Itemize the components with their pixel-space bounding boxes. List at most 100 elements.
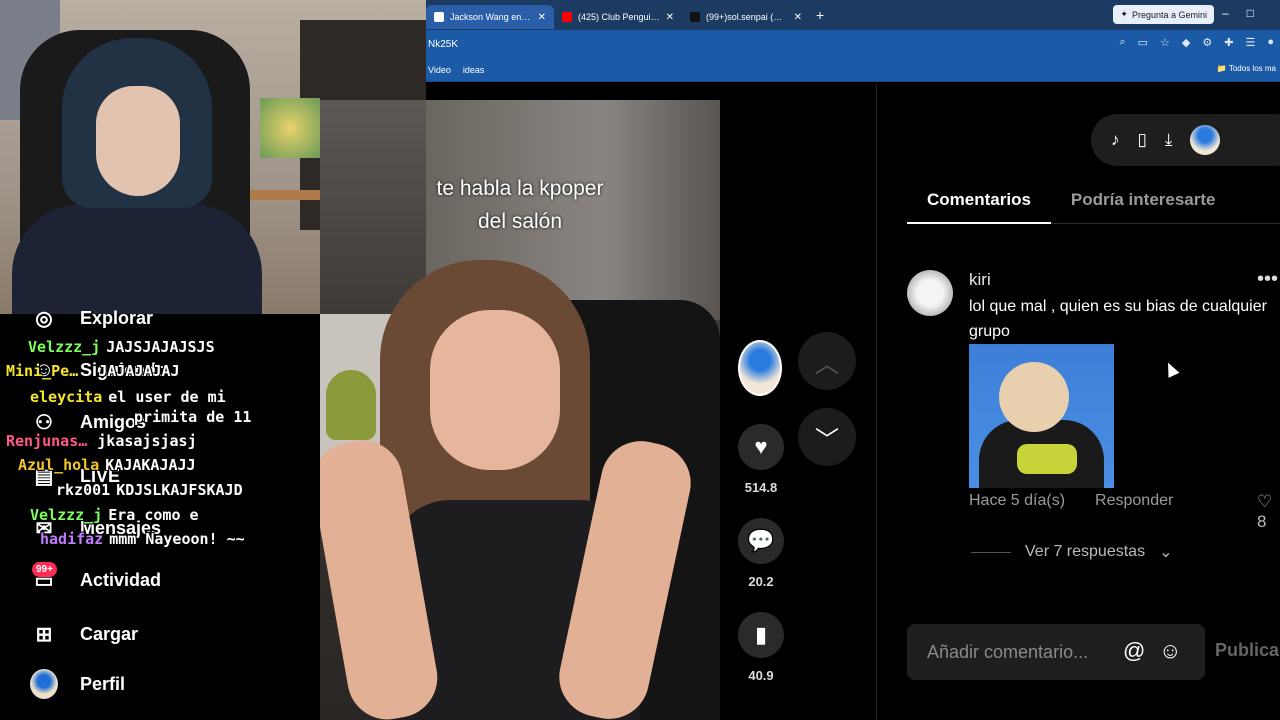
- all-bookmarks[interactable]: 📁 Todos los ma: [1217, 64, 1276, 73]
- avatar[interactable]: [1190, 125, 1221, 155]
- view-replies[interactable]: Ver 7 respuestas ⌄: [971, 542, 1172, 562]
- next-video-button[interactable]: ﹀: [798, 408, 856, 466]
- puzzle-icon[interactable]: ✚: [1224, 36, 1233, 49]
- cast-icon[interactable]: ▭: [1138, 36, 1148, 49]
- gemini-button[interactable]: ✦ Pregunta a Gemini: [1113, 5, 1214, 24]
- image-print: [1017, 444, 1077, 474]
- publish-button[interactable]: Publica: [1215, 640, 1279, 661]
- stream-chat: Velzzz_j JAJSJAJAJSJS Mini_Pe… JAJAJAJAJ e…: [0, 336, 320, 566]
- profile-icon[interactable]: ●: [1267, 36, 1274, 49]
- comment-placeholder: Añadir comentario...: [927, 641, 1089, 662]
- view-replies-label: Ver 7 respuestas: [1025, 543, 1146, 560]
- chat-message: eleycita el user de mi: [30, 388, 226, 406]
- divider: [971, 551, 1011, 553]
- streamer-body: [12, 204, 262, 314]
- window-controls[interactable]: –□: [1222, 6, 1272, 20]
- reply-button[interactable]: Responder: [1095, 492, 1173, 510]
- chat-message: primita de 11: [134, 408, 251, 426]
- sidebar-item-label: Actividad: [80, 569, 162, 590]
- zoom-icon[interactable]: ⌕: [1119, 36, 1125, 49]
- chat-message: Velzzz_j Era como e: [30, 506, 199, 524]
- image-face: [999, 362, 1069, 432]
- toolbar-icons: ⌕ ▭ ☆ ◆ ⚙ ✚ ☰ ●: [1119, 36, 1274, 49]
- panel-tabs: Comentarios Podría interesarte: [907, 184, 1280, 224]
- bookmark-ideas[interactable]: ideas: [463, 65, 485, 75]
- avatar: [30, 669, 58, 699]
- close-icon[interactable]: ✕: [794, 12, 802, 23]
- new-tab-button[interactable]: +: [816, 7, 824, 23]
- heart-outline-icon[interactable]: ♡: [1257, 492, 1272, 511]
- chat-text: mmm Nayeoon! ~~: [109, 530, 245, 548]
- creator-avatar[interactable]: [738, 340, 782, 396]
- comment-text: lol que mal , quien es su bias de cualqu…: [969, 298, 1267, 340]
- comment-like[interactable]: ♡ 8: [1257, 492, 1280, 532]
- comment-image[interactable]: [969, 344, 1114, 488]
- star-icon[interactable]: ☆: [1160, 36, 1170, 49]
- close-icon[interactable]: ✕: [666, 12, 674, 23]
- tab-interest[interactable]: Podría interesarte: [1071, 184, 1216, 223]
- bookmark-icon[interactable]: ▮: [738, 612, 784, 658]
- chat-text: Era como e: [108, 506, 199, 524]
- tiktok-icon[interactable]: ♪: [1111, 130, 1120, 150]
- like-action[interactable]: ♥ 514.8: [738, 424, 784, 495]
- chat-message: Azul_hola KAJAKAJAJJ: [18, 456, 196, 474]
- video-poster: [326, 370, 376, 440]
- comment-username[interactable]: kiri: [969, 270, 991, 290]
- chat-user: rkz001: [56, 481, 111, 499]
- tiktok-icon: [690, 12, 700, 22]
- comment-count: 20.2: [748, 574, 774, 589]
- compass-icon: ◎: [35, 307, 53, 330]
- tab-favicon: [434, 12, 444, 22]
- chat-message: Renjunas… jkasajsjasj: [6, 432, 197, 450]
- video-player[interactable]: te habla la kpoper del salón: [320, 100, 720, 720]
- screen: Jackson Wang en Argentin ✕ (425) Club Pe…: [0, 0, 1280, 720]
- save-action[interactable]: ▮ 40.9: [738, 612, 784, 683]
- previous-video-button[interactable]: ︿: [798, 332, 856, 390]
- menu-icon[interactable]: ☰: [1245, 36, 1255, 49]
- tab-comments[interactable]: Comentarios: [907, 184, 1051, 224]
- download-icon[interactable]: ⤓: [1165, 130, 1173, 150]
- video-person-face: [430, 310, 560, 470]
- streamer: [12, 38, 262, 314]
- chat-user: eleycita: [30, 388, 103, 406]
- browser-tab[interactable]: (99+)sol.senpai (@solsenpai) | ✕: [682, 5, 810, 29]
- bookmark-video[interactable]: Video: [428, 65, 451, 75]
- comment-action[interactable]: 💬 20.2: [738, 518, 784, 589]
- shield-icon[interactable]: ◆: [1182, 36, 1190, 49]
- comment-icon[interactable]: 💬: [738, 518, 784, 564]
- chat-text: el user de mi: [108, 388, 226, 406]
- heart-icon[interactable]: ♥: [738, 424, 784, 470]
- browser-tab[interactable]: (425) Club Penguin - Pizza ✕: [554, 5, 682, 29]
- chevron-up-icon: ︿: [815, 350, 839, 378]
- close-icon[interactable]: ✕: [538, 12, 546, 23]
- chevron-down-icon: ﹀: [815, 426, 839, 454]
- url-text[interactable]: Nk25K: [428, 39, 458, 50]
- sidebar-item-explore[interactable]: ◎ Explorar: [30, 304, 153, 332]
- sidebar-item-label: Explorar: [80, 307, 154, 328]
- chat-text: JAJAJAJAJ: [98, 362, 180, 380]
- streamer-face: [96, 86, 180, 196]
- sidebar-item-upload[interactable]: ⊞ Cargar: [30, 620, 138, 648]
- sparkle-icon: ✦: [1120, 9, 1128, 19]
- all-bookmarks-label: Todos los ma: [1228, 64, 1276, 73]
- address-bar[interactable]: Nk25K ⌕ ▭ ☆ ◆ ⚙ ✚ ☰ ●: [426, 30, 1280, 58]
- more-icon[interactable]: •••: [1257, 268, 1278, 291]
- emoji-icon[interactable]: ☺: [1159, 638, 1181, 664]
- sidebar-item-profile[interactable]: Perfil: [30, 669, 125, 699]
- phone-icon[interactable]: ▯: [1138, 130, 1147, 150]
- sidebar-item-label: Cargar: [80, 623, 139, 644]
- comment-meta: Hace 5 día(s) Responder: [969, 492, 1173, 510]
- mention-icon[interactable]: @: [1123, 638, 1145, 664]
- comments-panel: ♪ ▯ ⤓ Comentarios Podría interesarte kir…: [876, 84, 1280, 720]
- extension-icon[interactable]: ⚙: [1202, 36, 1212, 49]
- tab-label: (99+)sol.senpai (@solsenpai) |: [706, 12, 788, 22]
- video-caption: te habla la kpoper del salón: [420, 172, 620, 238]
- chat-text: KDJSLKAJFSKAJD: [116, 481, 243, 499]
- comment-time: Hace 5 día(s): [969, 492, 1066, 509]
- caption-line: del salón: [477, 210, 563, 233]
- chevron-down-icon: ⌄: [1159, 544, 1173, 561]
- comment-input[interactable]: Añadir comentario... @ ☺: [907, 624, 1205, 680]
- browser-tab[interactable]: Jackson Wang en Argentin ✕: [426, 5, 554, 29]
- avatar[interactable]: [907, 270, 953, 316]
- chat-message: rkz001 KDJSLKAJFSKAJD: [56, 481, 243, 499]
